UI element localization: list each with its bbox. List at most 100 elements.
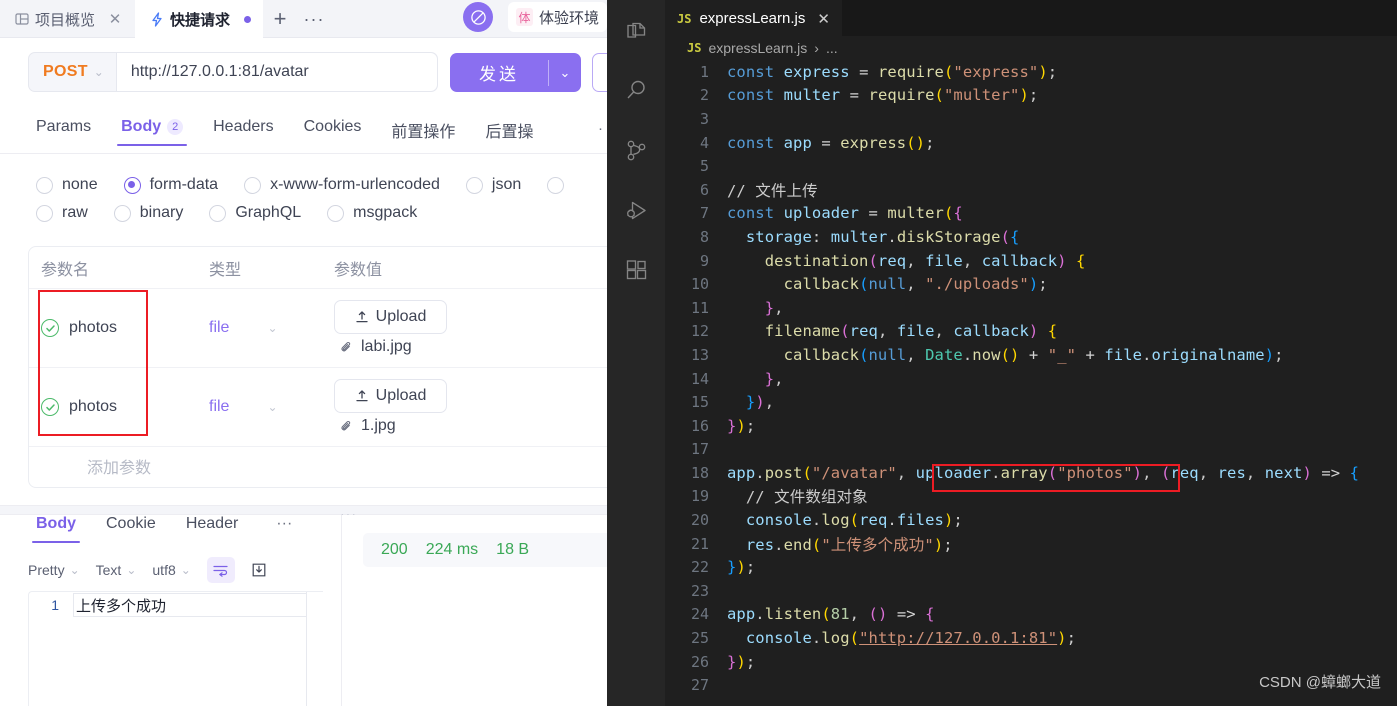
send-options-chevron-icon[interactable]: ⌄ <box>549 65 581 81</box>
code-line: 19 // 文件数组对象 <box>665 485 1397 509</box>
url-input[interactable]: http://127.0.0.1:81/avatar <box>115 53 437 91</box>
radio-form-data[interactable]: form-data <box>123 176 218 194</box>
tab-post-operation[interactable]: 后置操 <box>485 118 533 152</box>
window-tab-quick-request[interactable]: 快捷请求 <box>135 0 264 38</box>
env-status-icon[interactable] <box>463 2 493 32</box>
radio-overflow[interactable] <box>547 176 565 194</box>
param-type-cell[interactable]: file ⌄ <box>209 289 334 367</box>
code-line: 17 <box>665 438 1397 462</box>
word-wrap-icon[interactable] <box>206 557 235 583</box>
checkbox-checked-icon[interactable] <box>41 398 59 416</box>
environment-selector[interactable]: 体 体验环境 <box>508 2 607 32</box>
radio-raw[interactable]: raw <box>36 204 88 222</box>
panel-splitter[interactable] <box>0 505 607 515</box>
radio-x-www-form-urlencoded[interactable]: x-www-form-urlencoded <box>244 176 440 194</box>
radio-binary[interactable]: binary <box>113 204 183 222</box>
response-format-select[interactable]: Pretty ⌄ <box>28 562 80 578</box>
new-tab-button[interactable]: + <box>263 0 297 38</box>
radio-label: none <box>62 176 98 193</box>
tab-label: Cookie <box>106 515 156 532</box>
code-text: }); <box>727 652 756 671</box>
param-name-cell[interactable]: photos <box>29 289 209 367</box>
send-button[interactable]: 发送 ⌄ <box>450 53 581 92</box>
header-param-name: 参数名 <box>41 261 90 279</box>
code-line: 21 res.end("上传多个成功"); <box>665 532 1397 556</box>
tab-response-body[interactable]: Body <box>32 515 80 543</box>
line-number: 14 <box>690 369 709 388</box>
window-tab-project-overview[interactable]: 项目概览 ✕ <box>0 0 135 38</box>
code-line: 13 callback(null, Date.now() + "_" + fil… <box>665 343 1397 367</box>
radio-graphql[interactable]: GraphQL <box>209 204 301 222</box>
code-text: }, <box>764 298 784 317</box>
line-number: 19 <box>690 487 709 506</box>
response-tabs-overflow-icon[interactable]: ··· <box>276 515 292 543</box>
tab-pre-operation[interactable]: 前置操作 <box>391 118 455 152</box>
editor-tab-expresslearn[interactable]: JS expressLearn.js ✕ <box>665 0 842 36</box>
line-number: 26 <box>690 652 709 671</box>
request-tabs-overflow-icon[interactable]: · <box>598 120 603 137</box>
extensions-icon[interactable] <box>607 240 665 300</box>
tab-label: Params <box>36 118 92 135</box>
radio-json[interactable]: json <box>465 176 521 194</box>
add-param-row[interactable]: 添加参数 <box>29 447 607 487</box>
table-row[interactable]: photos file ⌄ Upload labi.jpg <box>29 289 607 368</box>
param-name-cell[interactable]: photos <box>29 368 209 446</box>
response-type-select[interactable]: Text ⌄ <box>96 562 137 578</box>
radio-none[interactable]: none <box>36 176 98 194</box>
code-line: 5 <box>665 154 1397 178</box>
http-method-label: POST <box>43 63 88 80</box>
tab-label: Body <box>36 515 76 532</box>
tab-cookies[interactable]: Cookies <box>304 118 362 146</box>
tab-response-cookie[interactable]: Cookie <box>106 515 156 543</box>
line-number: 3 <box>699 109 709 128</box>
breadcrumb-rest[interactable]: ... <box>826 40 838 56</box>
code-text: const uploader = multer({ <box>727 204 963 223</box>
tab-response-header[interactable]: Header <box>186 515 238 543</box>
close-icon[interactable]: ✕ <box>817 10 830 28</box>
code-line: 10 callback(null, "./uploads"); <box>665 272 1397 296</box>
search-icon[interactable] <box>607 60 665 120</box>
tab-body[interactable]: Body 2 <box>117 118 188 146</box>
attached-file[interactable]: labi.jpg <box>334 338 447 356</box>
radio-circle-icon <box>244 176 262 194</box>
js-file-icon: JS <box>677 11 692 26</box>
response-editor-scrollbar[interactable] <box>306 592 307 706</box>
http-method-select[interactable]: POST ⌄ <box>29 53 116 91</box>
code-line: 9 destination(req, file, callback) { <box>665 249 1397 273</box>
breadcrumb-file[interactable]: expressLearn.js <box>708 40 807 56</box>
radio-label: msgpack <box>353 204 418 221</box>
close-icon[interactable]: ✕ <box>107 10 123 28</box>
tab-headers[interactable]: Headers <box>213 118 273 146</box>
chevron-down-icon[interactable]: ⌄ <box>267 321 277 335</box>
line-number: 22 <box>690 558 709 577</box>
status-size: 18 B <box>496 541 530 558</box>
line-number: 25 <box>690 629 709 648</box>
attached-file[interactable]: 1.jpg <box>334 417 447 435</box>
code-editor[interactable]: 1 const express = require("express"); 2 co… <box>665 60 1397 706</box>
table-row[interactable]: photos file ⌄ Upload 1.jpg <box>29 368 607 447</box>
code-text: // 文件数组对象 <box>727 488 868 507</box>
explorer-icon[interactable] <box>607 0 665 60</box>
response-body-editor[interactable]: 1 上传多个成功 <box>28 591 323 706</box>
save-request-button[interactable] <box>592 53 607 92</box>
line-number: 5 <box>699 157 709 176</box>
tab-overflow-button[interactable]: ··· <box>297 0 331 38</box>
tab-params[interactable]: Params <box>36 118 91 146</box>
checkbox-checked-icon[interactable] <box>41 319 59 337</box>
param-type-cell[interactable]: file ⌄ <box>209 368 334 446</box>
body-type-row-1: none form-data x-www-form-urlencoded jso… <box>36 176 607 194</box>
response-charset-select[interactable]: utf8 ⌄ <box>152 562 190 578</box>
chevron-down-icon[interactable]: ⌄ <box>267 400 277 414</box>
code-text: const express = require("express"); <box>727 62 1058 81</box>
download-icon[interactable] <box>251 562 267 578</box>
unsaved-dot-icon <box>244 15 252 23</box>
param-type-value: file <box>209 398 230 415</box>
code-line: 22}); <box>665 555 1397 579</box>
upload-button[interactable]: Upload <box>334 300 447 334</box>
upload-button[interactable]: Upload <box>334 379 447 413</box>
source-control-icon[interactable] <box>607 120 665 180</box>
line-number: 6 <box>699 180 709 199</box>
radio-msgpack[interactable]: msgpack <box>327 204 417 222</box>
run-debug-icon[interactable] <box>607 180 665 240</box>
param-name-value: photos <box>69 319 118 336</box>
